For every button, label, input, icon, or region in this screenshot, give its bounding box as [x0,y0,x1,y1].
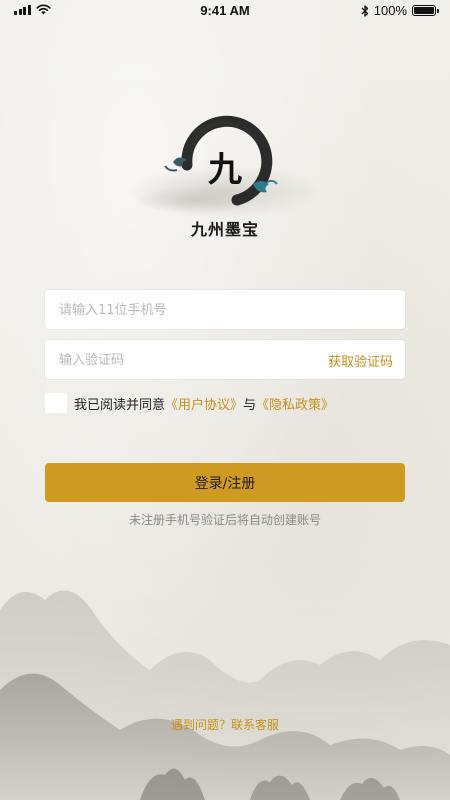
battery-icon [412,5,439,16]
verification-code-input[interactable] [57,340,311,381]
status-right: 100% [361,3,439,18]
auto-register-hint: 未注册手机号验证后将自动创建账号 [128,513,321,527]
agree-prefix: 我已阅读并同意 [74,397,166,413]
phone-input[interactable] [57,290,311,331]
agree-checkbox[interactable] [45,393,67,413]
logo-character: 九 [208,150,242,190]
contact-support-link[interactable]: 遇到问题？联系客服 [0,716,450,733]
mountain-backdrop [0,590,450,800]
phone-field [45,290,405,331]
login-register-button[interactable]: 登录/注册 [45,463,405,502]
privacy-policy-link[interactable]: 《隐私政策》 [256,394,334,413]
battery-fill [414,7,434,14]
status-bar: 9:41 AM 100% [0,0,450,22]
bluetooth-icon [361,4,368,17]
user-agreement-link[interactable]: 《用户协议》 [165,394,243,413]
and-text: 与 [243,397,257,413]
get-code-button[interactable]: 获取验证码 [328,351,393,370]
battery-percent: 100% [373,3,407,18]
code-field: 获取验证码 [45,340,405,381]
brand-logo: 九 九州墨宝 [125,100,325,270]
app-name: 九州墨宝 [190,220,259,239]
agreement-row: 我已阅读并同意 《用户协议》 与 《隐私政策》 [45,393,334,413]
